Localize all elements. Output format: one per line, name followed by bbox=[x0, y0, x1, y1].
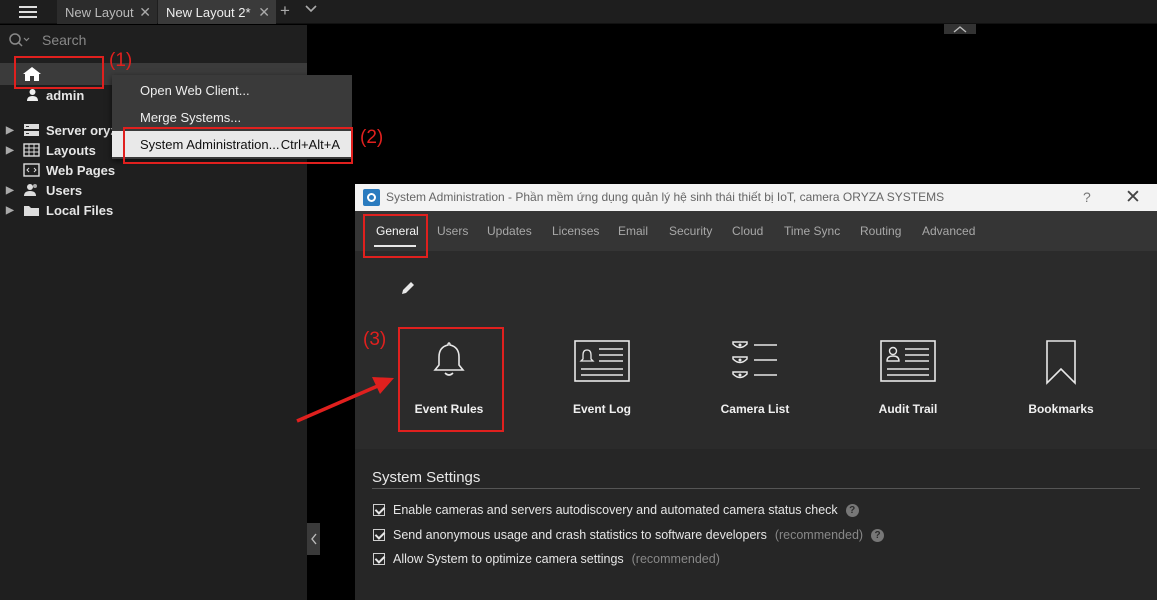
annotation-arrow bbox=[296, 377, 394, 423]
